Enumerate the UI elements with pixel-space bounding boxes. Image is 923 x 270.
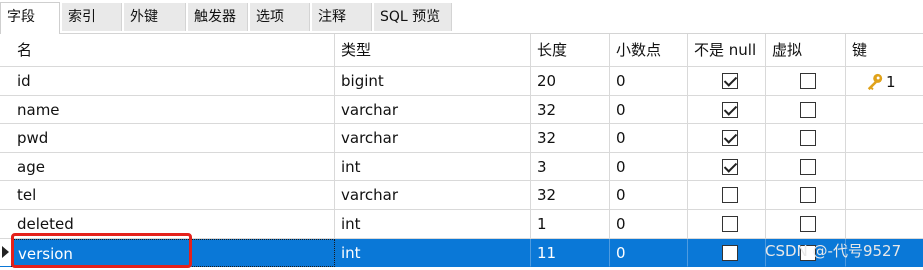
- field-type-cell[interactable]: int: [335, 238, 531, 268]
- field-type-cell[interactable]: int: [335, 152, 531, 182]
- primary-key-indicator: 1: [866, 67, 896, 95]
- field-key-cell[interactable]: [846, 124, 923, 153]
- field-virtual-cell[interactable]: [766, 152, 846, 182]
- virtual-checkbox[interactable]: [800, 130, 816, 147]
- field-key-cell[interactable]: [846, 210, 923, 239]
- table-row[interactable]: id bigint 20 0 1: [0, 67, 923, 96]
- virtual-checkbox[interactable]: [800, 187, 816, 204]
- field-name-cell[interactable]: id: [11, 67, 335, 96]
- tab-comments[interactable]: 注释: [312, 3, 372, 31]
- row-indicator[interactable]: [0, 67, 11, 96]
- field-length-cell[interactable]: 32: [531, 95, 610, 125]
- not-null-checkbox[interactable]: [722, 73, 738, 89]
- virtual-checkbox[interactable]: [800, 73, 816, 89]
- row-indicator[interactable]: [0, 238, 11, 268]
- field-name-cell[interactable]: tel: [11, 181, 335, 210]
- key-ordinal: 1: [886, 72, 896, 91]
- field-not-null-cell[interactable]: [688, 181, 766, 210]
- field-decimals-cell[interactable]: 0: [610, 67, 688, 96]
- field-type-cell[interactable]: varchar: [335, 181, 531, 210]
- column-header-type[interactable]: 类型: [335, 34, 531, 67]
- field-not-null-cell[interactable]: [688, 152, 766, 182]
- tab-indexes[interactable]: 索引: [62, 3, 122, 31]
- table-row[interactable]: age int 3 0: [0, 152, 923, 182]
- tab-sql-preview[interactable]: SQL 预览: [374, 3, 452, 31]
- row-indicator[interactable]: [0, 153, 11, 182]
- column-header-name[interactable]: 名: [11, 34, 335, 67]
- field-key-cell[interactable]: [846, 96, 923, 125]
- not-null-checkbox[interactable]: [722, 158, 738, 175]
- field-length-cell[interactable]: 32: [531, 181, 610, 210]
- virtual-checkbox[interactable]: [800, 101, 816, 118]
- column-header-decimals[interactable]: 小数点: [610, 34, 688, 67]
- table-row[interactable]: name varchar 32 0: [0, 95, 923, 125]
- tab-triggers[interactable]: 触发器: [188, 3, 248, 31]
- tab-fields[interactable]: 字段: [0, 2, 60, 34]
- column-header-virtual[interactable]: 虚拟: [766, 34, 846, 67]
- not-null-checkbox[interactable]: [722, 244, 738, 261]
- field-name-cell[interactable]: age: [11, 152, 335, 182]
- highlight-box: [11, 233, 192, 268]
- field-type-cell[interactable]: int: [335, 210, 531, 239]
- field-length-cell[interactable]: 3: [531, 152, 610, 182]
- row-indicator[interactable]: [0, 210, 11, 239]
- virtual-checkbox[interactable]: [800, 158, 816, 175]
- field-name-cell[interactable]: pwd: [11, 124, 335, 153]
- table-row[interactable]: tel varchar 32 0: [0, 181, 923, 210]
- not-null-checkbox[interactable]: [722, 101, 738, 118]
- column-header-not-null[interactable]: 不是 null: [688, 34, 766, 67]
- field-type-cell[interactable]: varchar: [335, 124, 531, 153]
- field-virtual-cell[interactable]: [766, 95, 846, 125]
- field-not-null-cell[interactable]: [688, 124, 766, 153]
- field-decimals-cell[interactable]: 0: [610, 124, 688, 153]
- field-virtual-cell[interactable]: [766, 67, 846, 96]
- field-type-cell[interactable]: varchar: [335, 95, 531, 125]
- field-decimals-cell[interactable]: 0: [610, 238, 688, 268]
- row-indicator-header: [0, 34, 11, 67]
- key-icon: [867, 73, 883, 90]
- field-length-cell[interactable]: 1: [531, 210, 610, 239]
- watermark: CSDN @-代号9527: [765, 242, 902, 260]
- tab-bar: 字段 索引 外键 触发器 选项 注释 SQL 预览: [0, 0, 923, 34]
- field-key-cell[interactable]: [846, 181, 923, 210]
- not-null-checkbox[interactable]: [722, 187, 738, 204]
- column-header-key[interactable]: 键: [846, 34, 923, 67]
- field-length-cell[interactable]: 20: [531, 67, 610, 96]
- field-decimals-cell[interactable]: 0: [610, 181, 688, 210]
- field-key-cell[interactable]: [846, 153, 923, 182]
- field-virtual-cell[interactable]: [766, 210, 846, 239]
- not-null-checkbox[interactable]: [722, 216, 738, 232]
- field-decimals-cell[interactable]: 0: [610, 210, 688, 239]
- not-null-checkbox[interactable]: [722, 130, 738, 147]
- virtual-checkbox[interactable]: [800, 216, 816, 232]
- tab-options[interactable]: 选项: [250, 3, 310, 31]
- row-indicator[interactable]: [0, 181, 11, 210]
- column-header-length[interactable]: 长度: [531, 34, 610, 67]
- field-decimals-cell[interactable]: 0: [610, 95, 688, 125]
- row-indicator[interactable]: [0, 124, 11, 153]
- field-virtual-cell[interactable]: [766, 124, 846, 153]
- grid-header: 名 类型 长度 小数点 不是 null 虚拟 键: [0, 34, 923, 67]
- field-decimals-cell[interactable]: 0: [610, 152, 688, 182]
- field-name-cell[interactable]: name: [11, 95, 335, 125]
- table-row[interactable]: pwd varchar 32 0: [0, 124, 923, 153]
- field-not-null-cell[interactable]: [688, 95, 766, 125]
- field-length-cell[interactable]: 32: [531, 124, 610, 153]
- current-row-arrow-icon: [2, 245, 9, 258]
- field-not-null-cell[interactable]: [688, 210, 766, 239]
- row-indicator[interactable]: [0, 96, 11, 125]
- field-type-cell[interactable]: bigint: [335, 67, 531, 96]
- field-key-cell[interactable]: 1: [846, 67, 923, 96]
- field-length-cell[interactable]: 11: [531, 238, 610, 268]
- field-not-null-cell[interactable]: [688, 238, 766, 268]
- tab-foreign-keys[interactable]: 外键: [124, 3, 186, 31]
- field-not-null-cell[interactable]: [688, 67, 766, 96]
- field-virtual-cell[interactable]: [766, 181, 846, 210]
